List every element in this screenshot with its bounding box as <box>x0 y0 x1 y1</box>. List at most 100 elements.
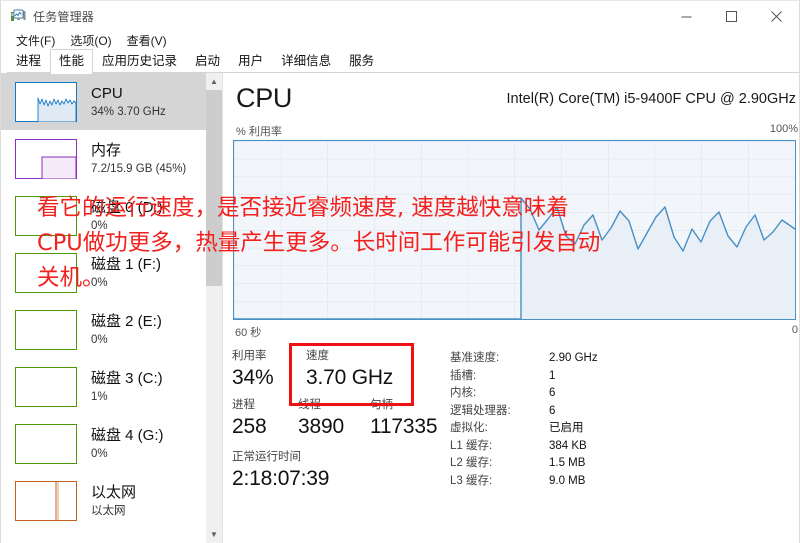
uptime-label: 正常运行时间 <box>232 451 301 463</box>
sidebar-item-disk-2[interactable]: 磁盘 2 (E:) 0% <box>1 301 222 358</box>
spec-key-l3-cache: L3 缓存: <box>450 474 493 487</box>
tab-details[interactable]: 详细信息 <box>272 49 340 73</box>
ethernet-thumbnail-chart <box>15 480 77 521</box>
uptime-stat: 正常运行时间 2:18:07:39 <box>232 449 447 492</box>
utilization-value: 34% <box>232 366 274 389</box>
cpu-stats: 利用率 34% 速度 3.70 GHz 进程 258 线程 3890 句柄 11… <box>232 348 797 538</box>
title-bar: 任务管理器 <box>1 1 799 31</box>
sidebar-item-disk-4[interactable]: 磁盘 4 (G:) 0% <box>1 415 222 472</box>
disk-thumbnail-chart <box>15 252 77 293</box>
menu-options[interactable]: 选项(O) <box>63 31 119 50</box>
sidebar-item-label: 磁盘 3 (C:) <box>91 369 163 387</box>
spec-value-cores: 6 <box>549 387 556 399</box>
disk-thumbnail-chart <box>15 366 77 407</box>
handles-value: 117335 <box>370 415 438 438</box>
tab-startup[interactable]: 启动 <box>186 49 229 73</box>
spec-value-sockets: 1 <box>549 369 556 382</box>
sidebar-item-sub: 0% <box>91 276 108 289</box>
close-button[interactable] <box>754 1 799 31</box>
cpu-specifications: 基准速度: 2.90 GHz 插槽: 1 内核: 6 逻辑处理器: 6 虚拟化:… <box>450 350 790 490</box>
chart-time-zero-label: 0 <box>791 324 798 336</box>
sidebar-item-label: 磁盘 0 (D:) <box>91 198 163 216</box>
sidebar-item-label: CPU <box>91 84 123 102</box>
scroll-down-icon[interactable]: ▼ <box>206 526 222 543</box>
sidebar-item-memory[interactable]: 内存 7.2/15.9 GB (45%) <box>1 130 222 187</box>
handles-label: 句柄 <box>370 399 393 411</box>
sidebar-item-label: 磁盘 2 (E:) <box>91 312 162 330</box>
threads-label: 线程 <box>298 399 321 411</box>
cpu-detail-panel: CPU Intel(R) Core(TM) i5-9400F CPU @ 2.9… <box>224 73 799 543</box>
sidebar-item-sub: 1% <box>91 390 108 403</box>
spec-value-base-speed: 2.90 GHz <box>549 352 598 364</box>
content-area: CPU 34% 3.70 GHz 内存 7.2/15.9 GB (45%) 磁盘… <box>1 73 799 543</box>
uptime-value: 2:18:07:39 <box>232 467 330 490</box>
stats-row-secondary: 进程 258 线程 3890 句柄 117335 <box>232 397 447 440</box>
sidebar-item-sub: 0% <box>91 447 108 460</box>
sidebar-item-label: 以太网 <box>91 483 137 501</box>
spec-value-l3-cache: 9.0 MB <box>549 474 586 487</box>
disk-thumbnail-chart <box>15 309 77 350</box>
spec-key-logical-processors: 逻辑处理器: <box>450 404 511 417</box>
resource-sidebar[interactable]: CPU 34% 3.70 GHz 内存 7.2/15.9 GB (45%) 磁盘… <box>1 73 223 543</box>
page-title: CPU <box>236 83 293 113</box>
scroll-up-icon[interactable]: ▲ <box>206 73 222 90</box>
chart-time-span-label: 60 秒 <box>235 327 262 339</box>
sidebar-item-label: 内存 <box>91 141 122 159</box>
scrollbar-thumb[interactable] <box>206 90 222 286</box>
maximize-button[interactable] <box>709 1 754 31</box>
sidebar-item-disk-0[interactable]: 磁盘 0 (D:) 0% <box>1 187 222 244</box>
cpu-thumbnail-chart <box>15 81 77 122</box>
processes-label: 进程 <box>232 399 255 411</box>
sidebar-item-label: 磁盘 1 (F:) <box>91 255 161 273</box>
minimize-button[interactable] <box>664 1 709 31</box>
spec-key-cores: 内核: <box>450 387 477 399</box>
handles-stat: 句柄 117335 <box>370 397 438 440</box>
cpu-model-name: Intel(R) Core(TM) i5-9400F CPU @ 2.90GHz <box>506 91 796 107</box>
sidebar-item-disk-3[interactable]: 磁盘 3 (C:) 1% <box>1 358 222 415</box>
chart-y-axis-max: 100% <box>769 123 798 135</box>
spec-value-virtualization: 已启用 <box>549 422 584 434</box>
menu-view[interactable]: 查看(V) <box>120 31 175 50</box>
sidebar-item-sub: 7.2/15.9 GB (45%) <box>91 162 187 175</box>
spec-key-base-speed: 基准速度: <box>450 352 500 364</box>
tab-services[interactable]: 服务 <box>340 49 383 73</box>
spec-key-sockets: 插槽: <box>450 369 477 382</box>
utilization-stat: 利用率 34% <box>232 348 298 391</box>
cpu-utilization-chart <box>233 140 796 320</box>
spec-key-l2-cache: L2 缓存: <box>450 457 493 469</box>
threads-value: 3890 <box>298 415 344 438</box>
sidebar-item-ethernet[interactable]: 以太网 以太网 <box>1 472 222 529</box>
sidebar-item-cpu[interactable]: CPU 34% 3.70 GHz <box>1 73 222 130</box>
tab-performance[interactable]: 性能 <box>50 49 94 74</box>
memory-thumbnail-chart <box>15 138 77 179</box>
spec-value-l1-cache: 384 KB <box>549 439 587 452</box>
sidebar-item-sub: 0% <box>91 333 108 346</box>
tab-strip: 进程 性能 应用历史记录 启动 用户 详细信息 服务 <box>1 49 799 74</box>
chart-y-axis-label: % 利用率 <box>236 126 282 138</box>
window-title: 任务管理器 <box>33 9 95 24</box>
disk-thumbnail-chart <box>15 423 77 464</box>
tab-processes[interactable]: 进程 <box>7 49 50 73</box>
tab-app-history[interactable]: 应用历史记录 <box>93 49 186 73</box>
spec-value-logical-processors: 6 <box>549 404 556 417</box>
sidebar-item-sub: 0% <box>91 219 108 232</box>
stats-row-primary: 利用率 34% 速度 3.70 GHz <box>232 348 447 391</box>
sidebar-item-disk-1[interactable]: 磁盘 1 (F:) 0% <box>1 244 222 301</box>
tab-users[interactable]: 用户 <box>229 49 272 73</box>
spec-key-virtualization: 虚拟化: <box>450 422 488 434</box>
speed-label: 速度 <box>306 350 329 362</box>
sidebar-scrollbar[interactable]: ▲ ▼ <box>206 73 222 543</box>
cpu-stats-left: 利用率 34% 速度 3.70 GHz 进程 258 线程 3890 句柄 11… <box>232 348 447 492</box>
menu-file[interactable]: 文件(F) <box>9 31 63 50</box>
task-manager-icon <box>10 8 26 24</box>
disk-thumbnail-chart <box>15 195 77 236</box>
sidebar-item-sub: 以太网 <box>91 504 126 517</box>
menu-bar: 文件(F) 选项(O) 查看(V) <box>1 31 799 49</box>
sidebar-item-label: 磁盘 4 (G:) <box>91 426 164 444</box>
spec-key-l1-cache: L1 缓存: <box>450 439 493 452</box>
speed-stat: 速度 3.70 GHz <box>298 348 393 391</box>
threads-stat: 线程 3890 <box>298 397 370 440</box>
processes-stat: 进程 258 <box>232 397 298 440</box>
window-controls <box>664 1 799 31</box>
processes-value: 258 <box>232 415 267 438</box>
